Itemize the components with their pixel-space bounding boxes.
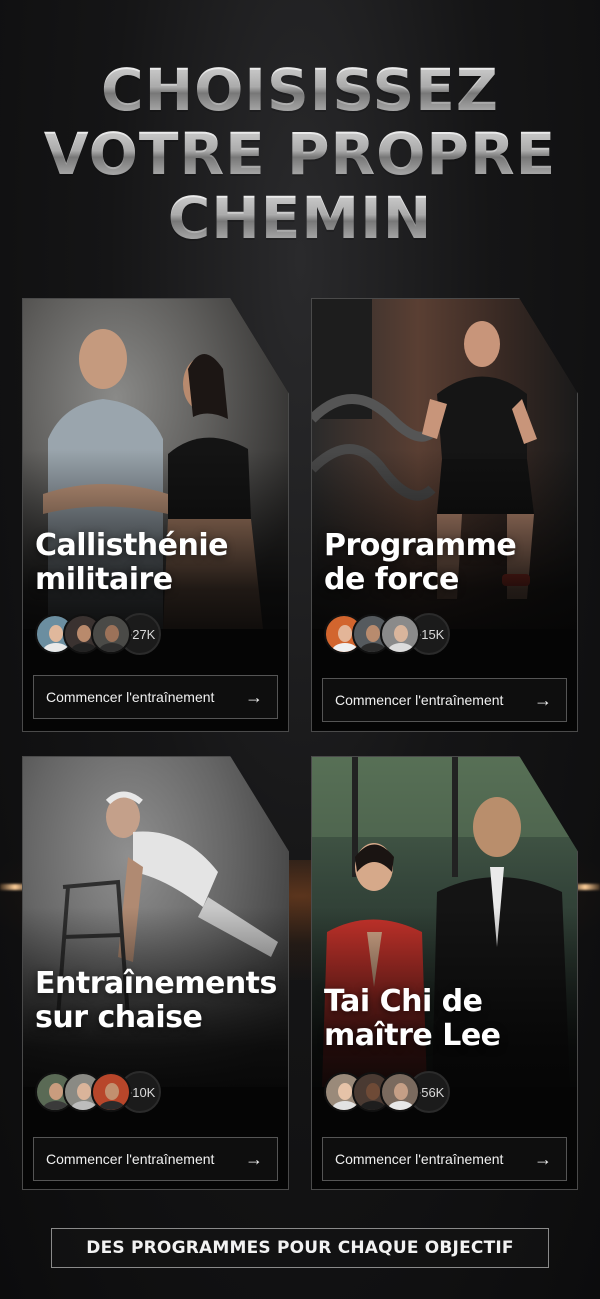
- program-card-tai-chi[interactable]: Tai Chi de maître Lee +56K Commencer l'e…: [311, 756, 578, 1190]
- start-training-label: Commencer l'entraînement: [335, 692, 504, 708]
- program-card-force[interactable]: Programme de force +15K Commencer l'entr…: [311, 298, 578, 732]
- participant-avatars: +27K: [35, 613, 161, 655]
- start-training-label: Commencer l'entraînement: [46, 1151, 215, 1167]
- participant-avatars: +15K: [324, 613, 450, 655]
- headline-line-1: CHOISISSEZ: [0, 58, 600, 122]
- avatar: [380, 614, 420, 654]
- program-card-callisthenie[interactable]: Callisthénie militaire +27K Commencer l'…: [22, 298, 289, 732]
- avatar: [380, 1072, 420, 1112]
- avatar: [91, 1072, 131, 1112]
- participant-avatars: +10K: [35, 1071, 161, 1113]
- start-training-button[interactable]: Commencer l'entraînement →: [322, 678, 567, 722]
- headline-line-2: VOTRE PROPRE: [0, 122, 600, 186]
- headline-line-3: CHEMIN: [0, 186, 600, 250]
- program-card-chaise[interactable]: Entraînements sur chaise +10K Commencer …: [22, 756, 289, 1190]
- card-title: Programme de force: [324, 528, 517, 597]
- arrow-right-icon: →: [245, 686, 263, 707]
- avatar: [91, 614, 131, 654]
- start-training-button[interactable]: Commencer l'entraînement →: [322, 1137, 567, 1181]
- start-training-label: Commencer l'entraînement: [335, 1151, 504, 1167]
- start-training-label: Commencer l'entraînement: [46, 689, 215, 705]
- arrow-right-icon: →: [534, 689, 552, 710]
- card-title: Tai Chi de maître Lee: [324, 984, 501, 1053]
- card-title: Callisthénie militaire: [35, 528, 229, 597]
- start-training-button[interactable]: Commencer l'entraînement →: [33, 675, 278, 719]
- arrow-right-icon: →: [534, 1148, 552, 1169]
- all-programs-banner[interactable]: DES PROGRAMMES POUR CHAQUE OBJECTIF: [51, 1228, 549, 1268]
- arrow-right-icon: →: [245, 1148, 263, 1169]
- start-training-button[interactable]: Commencer l'entraînement →: [33, 1137, 278, 1181]
- card-title: Entraînements sur chaise: [35, 966, 277, 1035]
- participant-avatars: +56K: [324, 1071, 450, 1113]
- headline: CHOISISSEZ VOTRE PROPRE CHEMIN: [0, 58, 600, 250]
